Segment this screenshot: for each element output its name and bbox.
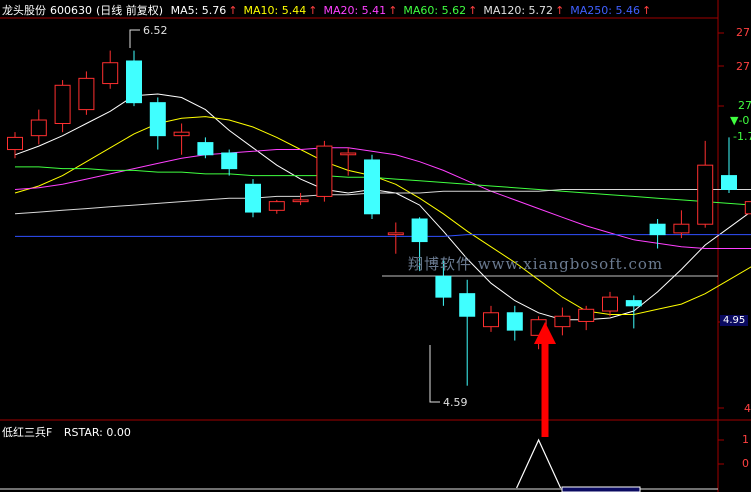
low-price-label: 4.59 <box>443 396 468 409</box>
up-arrow-icon: ↑ <box>228 4 238 17</box>
candle <box>102 50 119 89</box>
up-arrow-icon: ↑ <box>642 4 652 17</box>
candle <box>506 305 523 341</box>
candle <box>554 307 571 336</box>
candle <box>173 123 190 155</box>
period-label: (日线 前复权) <box>96 4 164 17</box>
ma-line-ma250 <box>15 234 751 237</box>
indicator-value: RSTAR: 0.00 <box>63 426 131 439</box>
candle <box>292 192 309 206</box>
moving-average-lines <box>14 93 751 321</box>
ma-line-ma5 <box>14 93 751 321</box>
candle <box>149 97 166 150</box>
high-annotation-line <box>129 29 140 48</box>
candle <box>197 137 214 159</box>
low-annotation-line <box>429 345 440 403</box>
ma-legend-ma10: MA10: 5.44 <box>243 4 307 17</box>
candle <box>126 50 142 107</box>
candle <box>721 137 737 193</box>
ma-legend-ma250: MA250: 5.46 <box>570 4 640 17</box>
indicator-header: 低红三兵F RSTAR: 0.00 <box>2 424 131 440</box>
candle <box>7 132 23 159</box>
candle <box>483 305 499 332</box>
stock-code: 600630 <box>50 4 92 17</box>
date-cursor-box <box>561 486 641 492</box>
stock-name: 龙头股份 <box>2 4 46 17</box>
up-arrow-icon: ↑ <box>468 4 478 17</box>
ma-legend-ma60: MA60: 5.62 <box>403 4 467 17</box>
candle <box>268 199 285 214</box>
ma-line-ma120 <box>14 189 751 215</box>
indicator-signal-peak <box>516 438 562 489</box>
indicator-axis-0: 0 <box>742 457 749 470</box>
ma-line-ma10 <box>14 116 751 315</box>
current-price-box: 4.95 <box>720 315 749 326</box>
indicator-name: 低红三兵F <box>2 426 53 439</box>
candle <box>578 305 595 331</box>
candle <box>364 154 380 219</box>
candle <box>459 279 476 386</box>
watermark: 翔博软件 www.xiangbosoft.com <box>408 255 664 273</box>
axis-label-2: 27 <box>736 60 750 73</box>
axis-label-bottom: 4 <box>744 402 751 415</box>
axis-label-3: 27 <box>738 99 751 112</box>
ma-legend: MA5: 5.76 ↑ MA10: 5.44 ↑ MA20: 5.41 ↑ MA60: 5.… <box>171 4 658 17</box>
candle <box>625 295 642 329</box>
ma-legend-ma20: MA20: 5.41 <box>323 4 387 17</box>
up-arrow-icon: ↑ <box>308 4 318 17</box>
ma-legend-ma120: MA120: 5.72 <box>483 4 554 17</box>
candle <box>54 80 71 133</box>
price-chart[interactable]: 6.52 4.59 <box>0 0 751 492</box>
candle <box>602 291 618 317</box>
axis-marker-down: ▼-0 <box>730 114 750 127</box>
candle <box>245 179 261 218</box>
candle <box>697 140 714 228</box>
stock-chart-window: 6.52 4.59 龙头股份 600630 (日线 前复权) MA5: 5.76 ↑ M… <box>0 0 751 492</box>
candle <box>78 71 95 115</box>
chart-header: 龙头股份 600630 (日线 前复权) MA5: 5.76 ↑ MA10: 5.44 ↑… <box>2 2 661 18</box>
candle <box>316 140 333 202</box>
candle <box>673 210 690 239</box>
axis-value-negative: -1.7 <box>733 130 751 143</box>
high-price-label: 6.52 <box>143 24 168 37</box>
indicator-axis-1: 1 <box>742 433 749 446</box>
candle <box>30 109 47 145</box>
ma-line-ma20 <box>14 147 751 249</box>
up-arrow-icon: ↑ <box>555 4 565 17</box>
ma-line-ma60 <box>15 166 751 206</box>
candle <box>744 201 751 215</box>
ma-legend-ma5: MA5: 5.76 <box>170 4 227 17</box>
candle <box>221 149 238 176</box>
candle <box>387 222 404 254</box>
up-arrow-icon: ↑ <box>388 4 398 17</box>
candlesticks <box>7 50 751 386</box>
axis-label-top: 27 <box>736 26 750 39</box>
